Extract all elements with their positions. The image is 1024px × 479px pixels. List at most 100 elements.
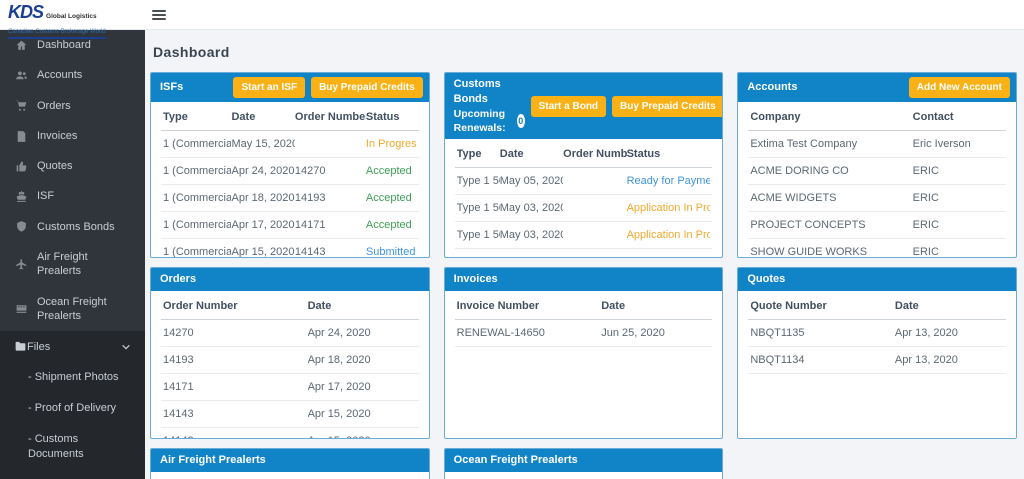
table-row[interactable]: NBQT1134 Apr 13, 2020	[748, 347, 1006, 374]
sidebar-item-label: Dashboard	[37, 39, 91, 51]
table-row[interactable]: 14171 Apr 17, 2020	[161, 374, 419, 401]
table-header: Type Date Order Number Status	[454, 141, 713, 169]
table-row[interactable]: Type 1 50k May 05, 2020 Ready for Paymen…	[454, 168, 713, 196]
brand-logo[interactable]: KDS Global Logistics Canadian Customs Br…	[8, 3, 143, 39]
table-row[interactable]: SHOW GUIDE WORKS ERIC	[748, 239, 1006, 257]
accounts-card-title: Accounts	[747, 81, 798, 94]
table-row[interactable]: Type 1 50k May 03, 2020 Application In P…	[454, 195, 713, 223]
sidebar-files-section: Files - Shipment Photos - Proof of Deliv…	[0, 331, 145, 479]
page-title: Dashboard	[153, 44, 230, 60]
buy-prepaid-credits-button[interactable]: Buy Prepaid Credits	[311, 77, 423, 98]
sidebar-item-isf[interactable]: ISF	[0, 181, 145, 211]
brand-subtitle: Global Logistics	[46, 13, 97, 20]
sidebar-item-label: Files	[27, 340, 51, 353]
status-badge: Accepted	[365, 219, 412, 231]
ocean-freight-prealerts-card-title: Ocean Freight Prealerts	[453, 454, 578, 466]
table-row[interactable]: 14270 Apr 24, 2020	[161, 320, 419, 347]
sidebar-item-files[interactable]: Files	[0, 331, 145, 362]
table-row[interactable]: 14143 Apr 15, 2020	[161, 401, 419, 428]
menu-toggle-icon[interactable]	[152, 9, 166, 20]
start-bond-button[interactable]: Start a Bond	[530, 95, 607, 117]
add-new-account-button[interactable]: Add New Account	[908, 77, 1010, 98]
buy-prepaid-credits-button[interactable]: Buy Prepaid Credits	[612, 95, 723, 117]
table-row[interactable]: RENEWAL-14650 Jun 25, 2020	[454, 320, 713, 347]
top-bar: KDS Global Logistics Canadian Customs Br…	[0, 0, 1024, 39]
customs-bonds-card: Customs Bonds Upcoming Renewals: 0 Start…	[443, 72, 724, 258]
quotes-card-title: Quotes	[747, 273, 786, 285]
invoices-card-title: Invoices	[453, 273, 498, 285]
table-row[interactable]: Type 1 50k May 03, 2020 Application In P…	[455, 249, 713, 257]
table-row[interactable]: Extima Test Company Eric Iverson	[748, 131, 1006, 158]
ship-icon	[14, 190, 28, 203]
status-badge: Application In Progress	[626, 202, 711, 215]
plane-icon	[14, 258, 28, 271]
sidebar-item-accounts[interactable]: Accounts	[0, 60, 145, 90]
table-header: Invoice Number Date	[454, 293, 713, 320]
sidebar-item-customs-bonds[interactable]: Customs Bonds	[0, 212, 145, 242]
sidebar-item-label: Accounts	[37, 69, 83, 82]
sidebar-item-customs-documents[interactable]: - Customs Documents	[0, 424, 110, 470]
status-badge: Accepted	[365, 165, 412, 177]
table-row[interactable]: PROJECT CONCEPTS ERIC	[748, 212, 1006, 239]
table-row[interactable]: ACME WIDGETS ERIC	[748, 185, 1006, 212]
table-row[interactable]: 14142 Apr 15, 2020	[161, 428, 419, 438]
accounts-card: Accounts Add New Account Company Contact…	[737, 72, 1017, 258]
cart-icon	[14, 99, 28, 112]
orders-card-title: Orders	[160, 273, 197, 285]
sidebar-item-label: Orders	[37, 99, 71, 112]
table-row[interactable]: 14193 Apr 18, 2020	[161, 347, 419, 374]
invoices-card: Invoices Invoice Number Date RENEWAL-146…	[443, 267, 724, 439]
sidebar-item-invoices[interactable]: Invoices	[0, 121, 145, 151]
dashboard-grid: ISFs Start an ISF Buy Prepaid Credits Ty…	[145, 72, 1024, 479]
home-icon	[14, 39, 28, 52]
table-header: Quote Number Date	[748, 293, 1006, 320]
orders-card: Orders Order Number Date 14270 Apr 24, 2…	[150, 267, 430, 439]
ship-icon	[14, 302, 28, 315]
sidebar-item-proof-of-delivery[interactable]: - Proof of Delivery	[0, 393, 145, 424]
status-badge: Ready for Payment	[626, 175, 711, 188]
sidebar-item-label: Quotes	[37, 160, 73, 173]
status-badge: In Progress	[365, 138, 417, 150]
renewals-count-badge: 0	[516, 113, 525, 128]
main-content: Dashboard ISFs Start an ISF Buy Prepaid …	[145, 30, 1024, 479]
sidebar-item-quotes[interactable]: Quotes	[0, 151, 145, 181]
sidebar-item-orders[interactable]: Orders	[0, 91, 145, 121]
table-row[interactable]: 1 (Commercial) Apr 18, 2020 14193 Accept…	[161, 185, 419, 212]
start-isf-button[interactable]: Start an ISF	[233, 77, 306, 98]
upcoming-renewals-label: Upcoming Renewals:	[453, 107, 506, 134]
users-icon	[14, 69, 28, 82]
brand-tagline: Canadian Customs Brokerage World	[8, 29, 106, 39]
table-row[interactable]: 1 (Commercial) Apr 17, 2020 14171 Accept…	[161, 212, 419, 239]
table-row[interactable]: 1 (Commercial) Apr 24, 2020 14270 Accept…	[161, 158, 419, 185]
invoice-icon	[14, 130, 28, 143]
status-badge: Accepted	[365, 192, 412, 204]
chevron-down-icon	[121, 342, 131, 352]
sidebar-item-label: ISF	[37, 190, 55, 203]
shield-icon	[14, 220, 28, 233]
table-row[interactable]: ACME DORING CO ERIC	[748, 158, 1006, 185]
isfs-card: ISFs Start an ISF Buy Prepaid Credits Ty…	[150, 72, 430, 258]
table-row[interactable]: 1 (Commercial) May 15, 2020 In Progress	[161, 131, 419, 158]
sidebar-item-label: Air Freight Prealerts	[37, 251, 88, 278]
sidebar-item-label: Customs Bonds	[37, 220, 115, 233]
table-row[interactable]: Type 1 50k May 03, 2020 Application In P…	[454, 222, 713, 250]
table-row[interactable]: NBQT1135 Apr 13, 2020	[748, 320, 1006, 347]
thumbs-up-icon	[14, 160, 28, 173]
isfs-card-title: ISFs	[160, 81, 184, 94]
status-badge: Application In Progress	[627, 256, 711, 257]
air-freight-prealerts-card: Air Freight Prealerts	[150, 448, 430, 479]
table-row[interactable]: 1 (Commercial) Apr 15, 2020 14143 Submit…	[161, 239, 419, 257]
sidebar-item-warehouse-receipts[interactable]: - Warehouse Receipts	[0, 470, 145, 479]
table-header: Company Contact	[748, 104, 1006, 131]
sidebar: Dashboard Accounts Orders Invoices Quote…	[0, 30, 145, 479]
status-badge: Application In Progress	[626, 229, 711, 242]
sidebar-item-ocean-freight-prealerts[interactable]: Ocean Freight Prealerts	[0, 287, 145, 332]
brand-name: KDS	[8, 2, 44, 22]
sidebar-item-label: Invoices	[37, 129, 78, 142]
quotes-card: Quotes Quote Number Date NBQT1135 Apr 13…	[737, 267, 1017, 439]
sidebar-item-shipment-photos[interactable]: - Shipment Photos	[0, 362, 145, 393]
sidebar-item-air-freight-prealerts[interactable]: Air Freight Prealerts	[0, 242, 145, 287]
folder-icon	[14, 340, 27, 353]
air-freight-prealerts-card-title: Air Freight Prealerts	[160, 454, 266, 466]
table-header: Type Date Order Number Status	[161, 104, 419, 131]
